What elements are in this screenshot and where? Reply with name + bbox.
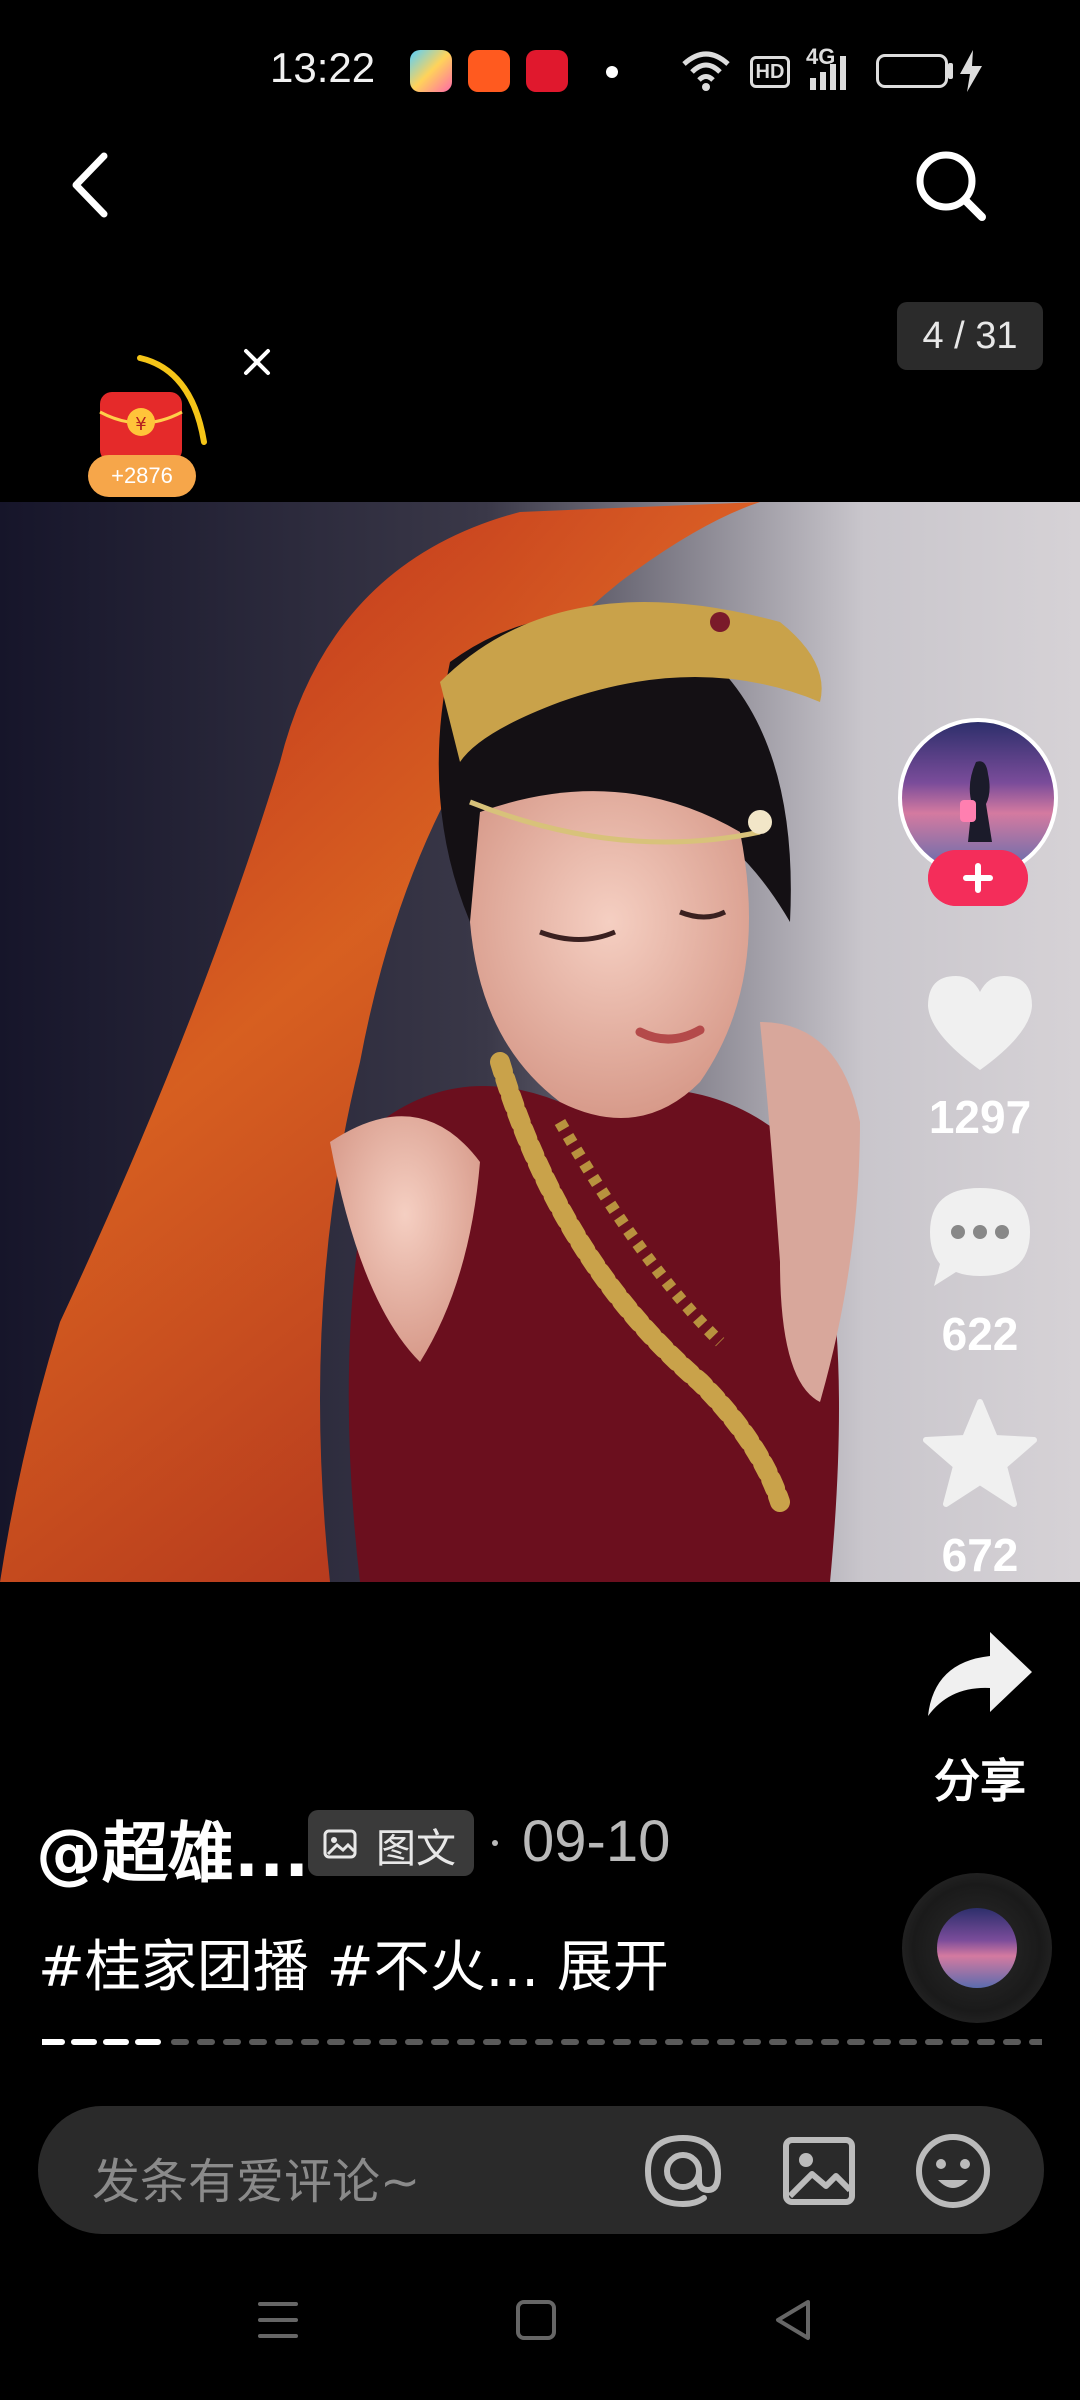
comment-input-placeholder[interactable]: 发条有爱评论~ [92,2142,420,2212]
favorite-count: 672 [941,1529,1019,1581]
red-packet-amount: +2876 [88,455,196,497]
battery-icon [876,54,948,88]
page-counter: 4 / 31 [897,302,1043,370]
music-disc-cover [937,1908,1017,1988]
separator-dot [492,1840,498,1846]
app-notification-icon [410,50,452,92]
post-type-label: 图文 [376,1826,456,1872]
like-count: 1297 [928,1091,1032,1143]
notification-dot-icon [606,66,618,78]
home-square-icon[interactable] [506,2290,566,2350]
image-picker-icon[interactable] [778,2130,860,2212]
signal-icon [810,56,846,90]
hd-badge: HD [750,56,790,88]
like-heart-icon[interactable] [920,968,1040,1078]
status-time: 13:22 [270,44,376,91]
status-bar: 13:22 HD 4G [0,0,1080,140]
charging-icon [960,50,982,92]
share-arrow-icon[interactable] [920,1620,1040,1730]
menu-lines-icon[interactable] [248,2290,308,2350]
search-icon[interactable] [910,145,990,225]
comment-count: 622 [941,1308,1019,1360]
svg-text:¥: ¥ [135,414,146,435]
wifi-icon [682,51,730,91]
share-label[interactable]: 分享 [880,1745,1080,1811]
comment-bubble-icon[interactable] [920,1182,1040,1292]
battery-tip-icon [948,63,953,79]
post-hashtags[interactable]: #桂家团播 #不火... 展开 [38,1922,669,2003]
image-progress-indicator [42,2039,1042,2045]
favorite-star-icon[interactable] [920,1398,1040,1508]
post-image-illustration [0,502,1080,1582]
follow-plus-icon[interactable] [928,850,1028,906]
emoji-icon[interactable] [912,2130,994,2212]
chevron-left-icon[interactable] [60,150,120,220]
app-notification-icon [468,50,510,92]
back-triangle-icon[interactable] [764,2290,824,2350]
close-icon[interactable] [240,345,274,379]
mention-at-icon[interactable] [642,2130,724,2212]
post-date: 09-10 [522,1809,671,1874]
post-image[interactable] [0,502,1080,1582]
image-icon [323,1829,357,1859]
author-name[interactable]: @超雄... [36,1800,309,1896]
app-notification-icon [526,50,568,92]
